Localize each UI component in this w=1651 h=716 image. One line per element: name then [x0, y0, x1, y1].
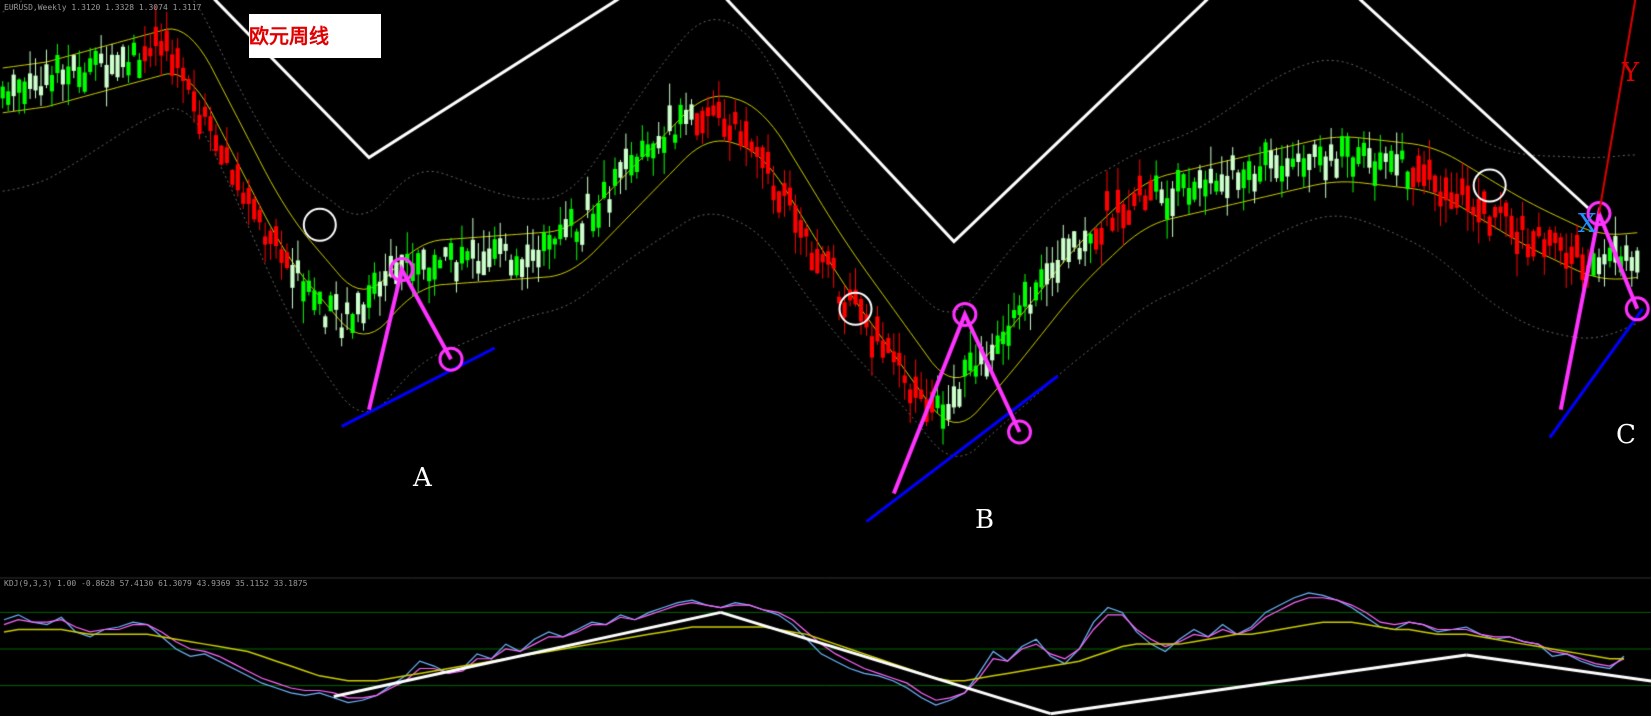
- oscillator-header-info: KDJ(9,3,3) 1.00 -0.8628 57.4130 61.3079 …: [4, 579, 308, 588]
- pattern-label-x: X: [1578, 209, 1597, 239]
- chart-title: 欧元周线: [249, 24, 329, 48]
- pattern-label-b: B: [975, 505, 995, 535]
- chart-title-box: 欧元周线: [249, 14, 381, 58]
- forex-chart-canvas: [0, 0, 1651, 716]
- pattern-label-c: C: [1616, 420, 1636, 450]
- pattern-label-a: A: [413, 463, 432, 493]
- pattern-label-y: Y: [1622, 58, 1640, 88]
- chart-header-info: EURUSD,Weekly 1.3120 1.3328 1.3074 1.311…: [4, 3, 202, 12]
